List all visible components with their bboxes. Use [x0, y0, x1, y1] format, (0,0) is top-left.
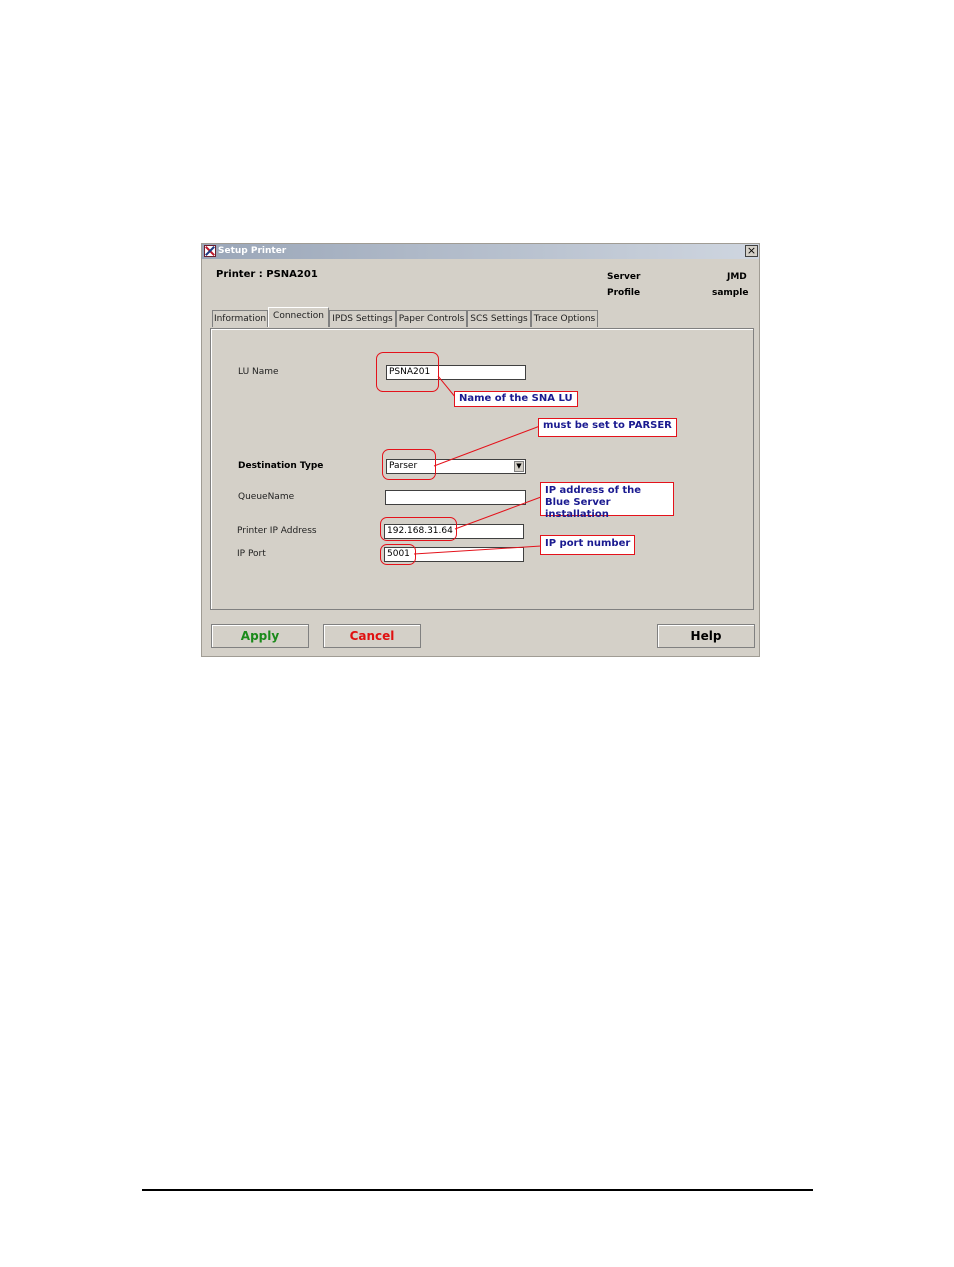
connector-parser: [433, 425, 541, 467]
callout-port: IP port number: [540, 535, 636, 555]
callout-parser: must be set to PARSER: [538, 418, 677, 437]
annotation-connectors: [413, 375, 542, 555]
footer-rule: [142, 1189, 813, 1191]
callout-ip-line1: IP address of the: [545, 485, 642, 496]
callout-lu: Name of the SNA LU: [454, 391, 578, 407]
callout-ip: IP address of the Blue Server installati…: [540, 482, 674, 520]
callout-ip-line2: Blue Server installation: [545, 497, 611, 520]
connector-ip: [454, 496, 542, 530]
connector-port: [413, 545, 542, 555]
